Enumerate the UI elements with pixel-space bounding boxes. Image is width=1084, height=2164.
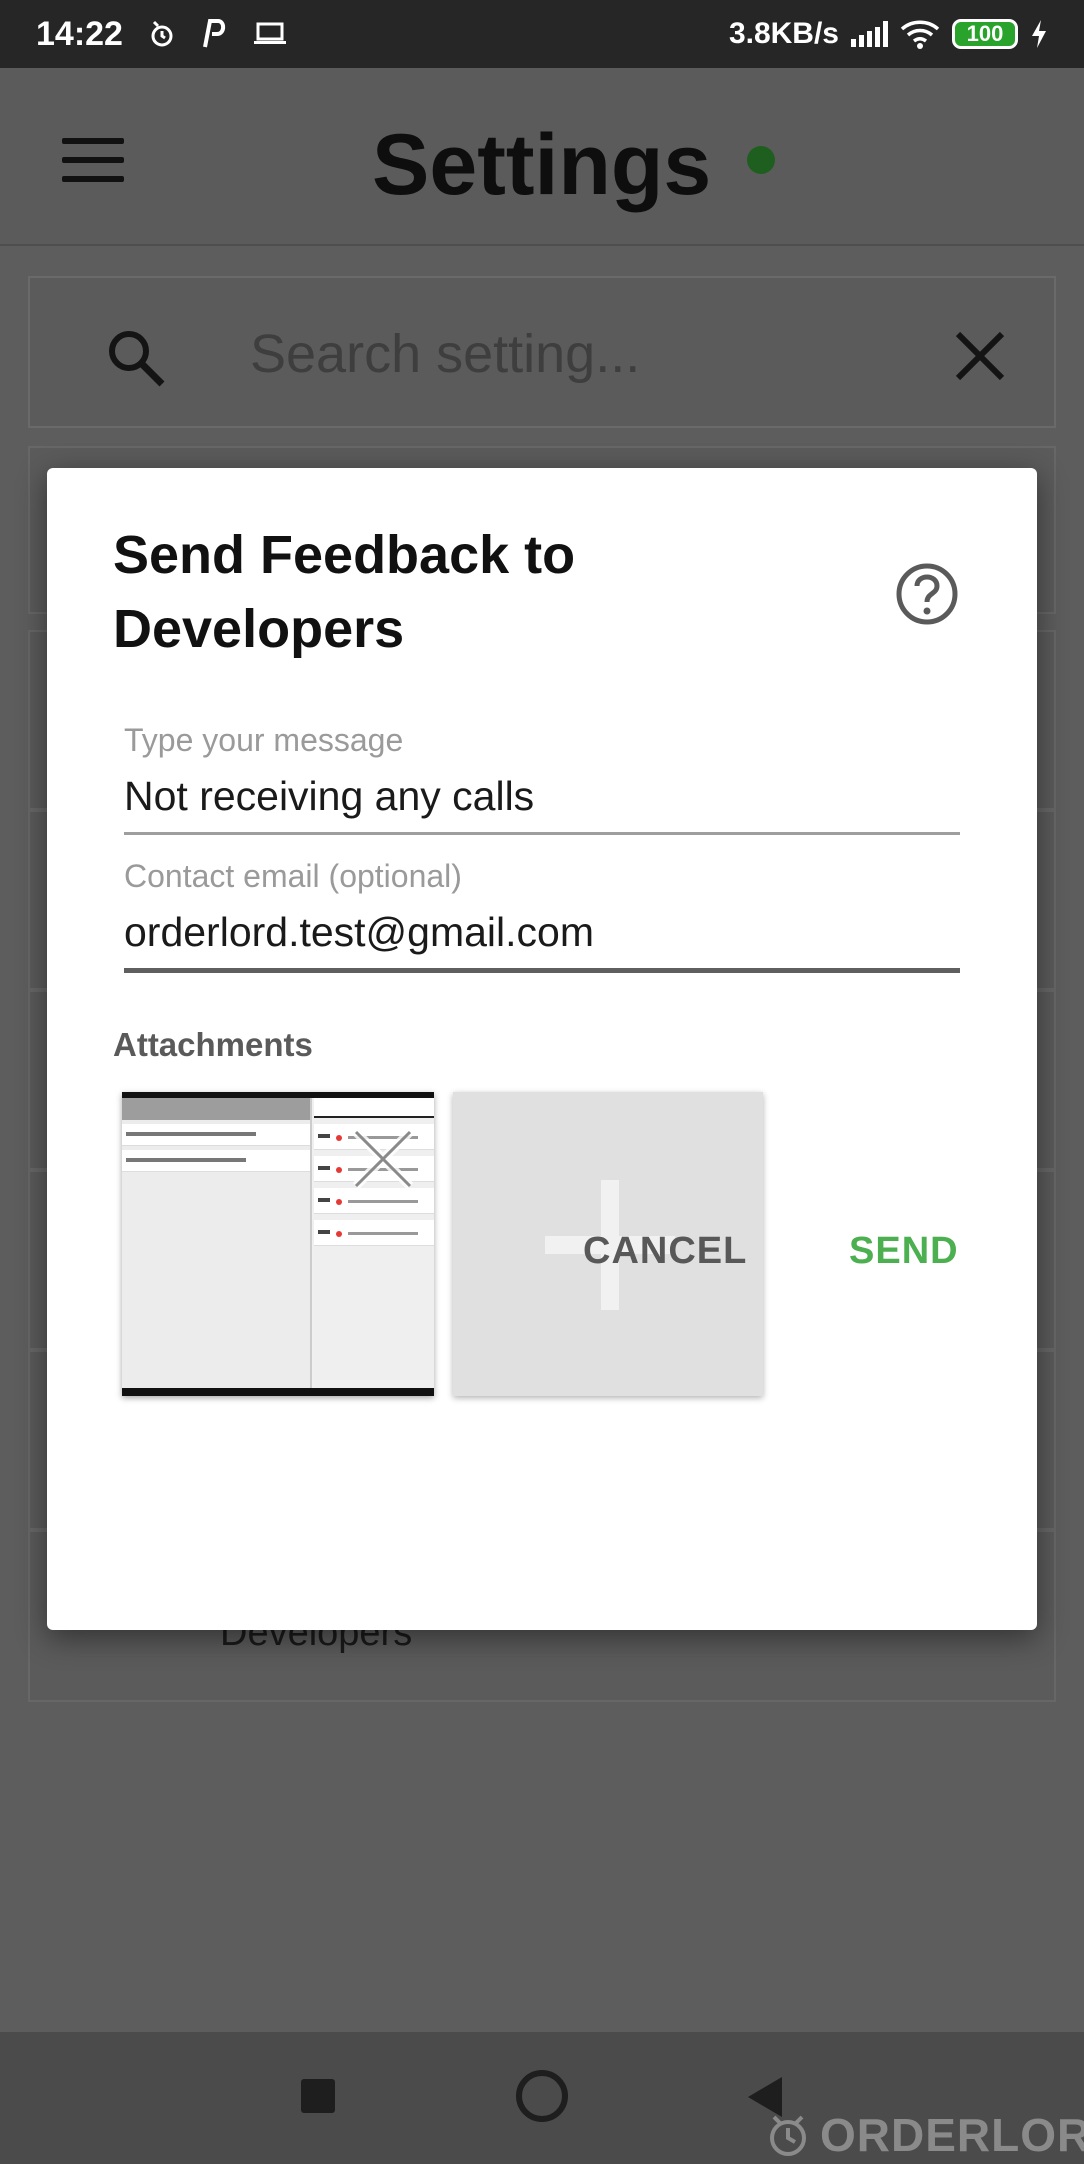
search-icon bbox=[109, 331, 165, 387]
status-bar: 14:22 3.8KB/s 100 bbox=[0, 0, 1084, 68]
feedback-dialog: Send Feedback to Developers Type your me… bbox=[47, 468, 1037, 1630]
send-button[interactable]: SEND bbox=[849, 1230, 959, 1273]
cancel-button[interactable]: CANCEL bbox=[583, 1230, 747, 1273]
email-field: Contact email (optional) bbox=[124, 858, 960, 973]
email-input[interactable] bbox=[124, 895, 960, 968]
thumbnail-screenshot bbox=[122, 1098, 312, 1388]
network-speed: 3.8KB/s bbox=[728, 17, 839, 50]
message-label: Type your message bbox=[124, 722, 404, 758]
close-icon[interactable] bbox=[952, 328, 1008, 384]
app-bar: Settings bbox=[0, 68, 1084, 246]
status-time: 14:22 bbox=[36, 14, 123, 53]
notification-icons bbox=[149, 19, 287, 49]
charging-icon bbox=[1032, 20, 1046, 48]
alarm-icon bbox=[151, 20, 173, 47]
status-right: 3.8KB/s 100 bbox=[729, 17, 1048, 51]
wifi-icon bbox=[900, 20, 940, 49]
email-label: Contact email (optional) bbox=[124, 858, 462, 894]
watermark: ORDERLORD bbox=[764, 2108, 1084, 2162]
home-button[interactable] bbox=[516, 2070, 568, 2122]
p-app-icon bbox=[203, 19, 226, 48]
laptop-icon bbox=[253, 22, 286, 44]
attachment-thumbnail[interactable] bbox=[122, 1092, 434, 1396]
orderlord-logo-icon bbox=[770, 2115, 806, 2156]
message-underline bbox=[124, 832, 960, 835]
message-input[interactable] bbox=[124, 759, 960, 832]
recent-apps-button[interactable] bbox=[301, 2079, 335, 2113]
search-input[interactable] bbox=[250, 318, 950, 390]
connection-status-dot bbox=[747, 146, 775, 174]
menu-icon[interactable] bbox=[62, 138, 124, 182]
battery-icon: 100 bbox=[952, 19, 1018, 49]
dialog-title: Send Feedback to Developers bbox=[113, 525, 576, 659]
search-bar bbox=[28, 276, 1056, 428]
attachments-label: Attachments bbox=[113, 1026, 313, 1063]
page-title: Settings bbox=[372, 117, 712, 213]
signal-icon bbox=[851, 21, 888, 47]
help-icon[interactable] bbox=[895, 562, 959, 626]
message-field: Type your message bbox=[124, 722, 960, 835]
email-underline bbox=[124, 968, 960, 973]
remove-attachment-icon[interactable] bbox=[348, 1124, 418, 1194]
watermark-text: ORDERLORD bbox=[820, 2109, 1084, 2161]
